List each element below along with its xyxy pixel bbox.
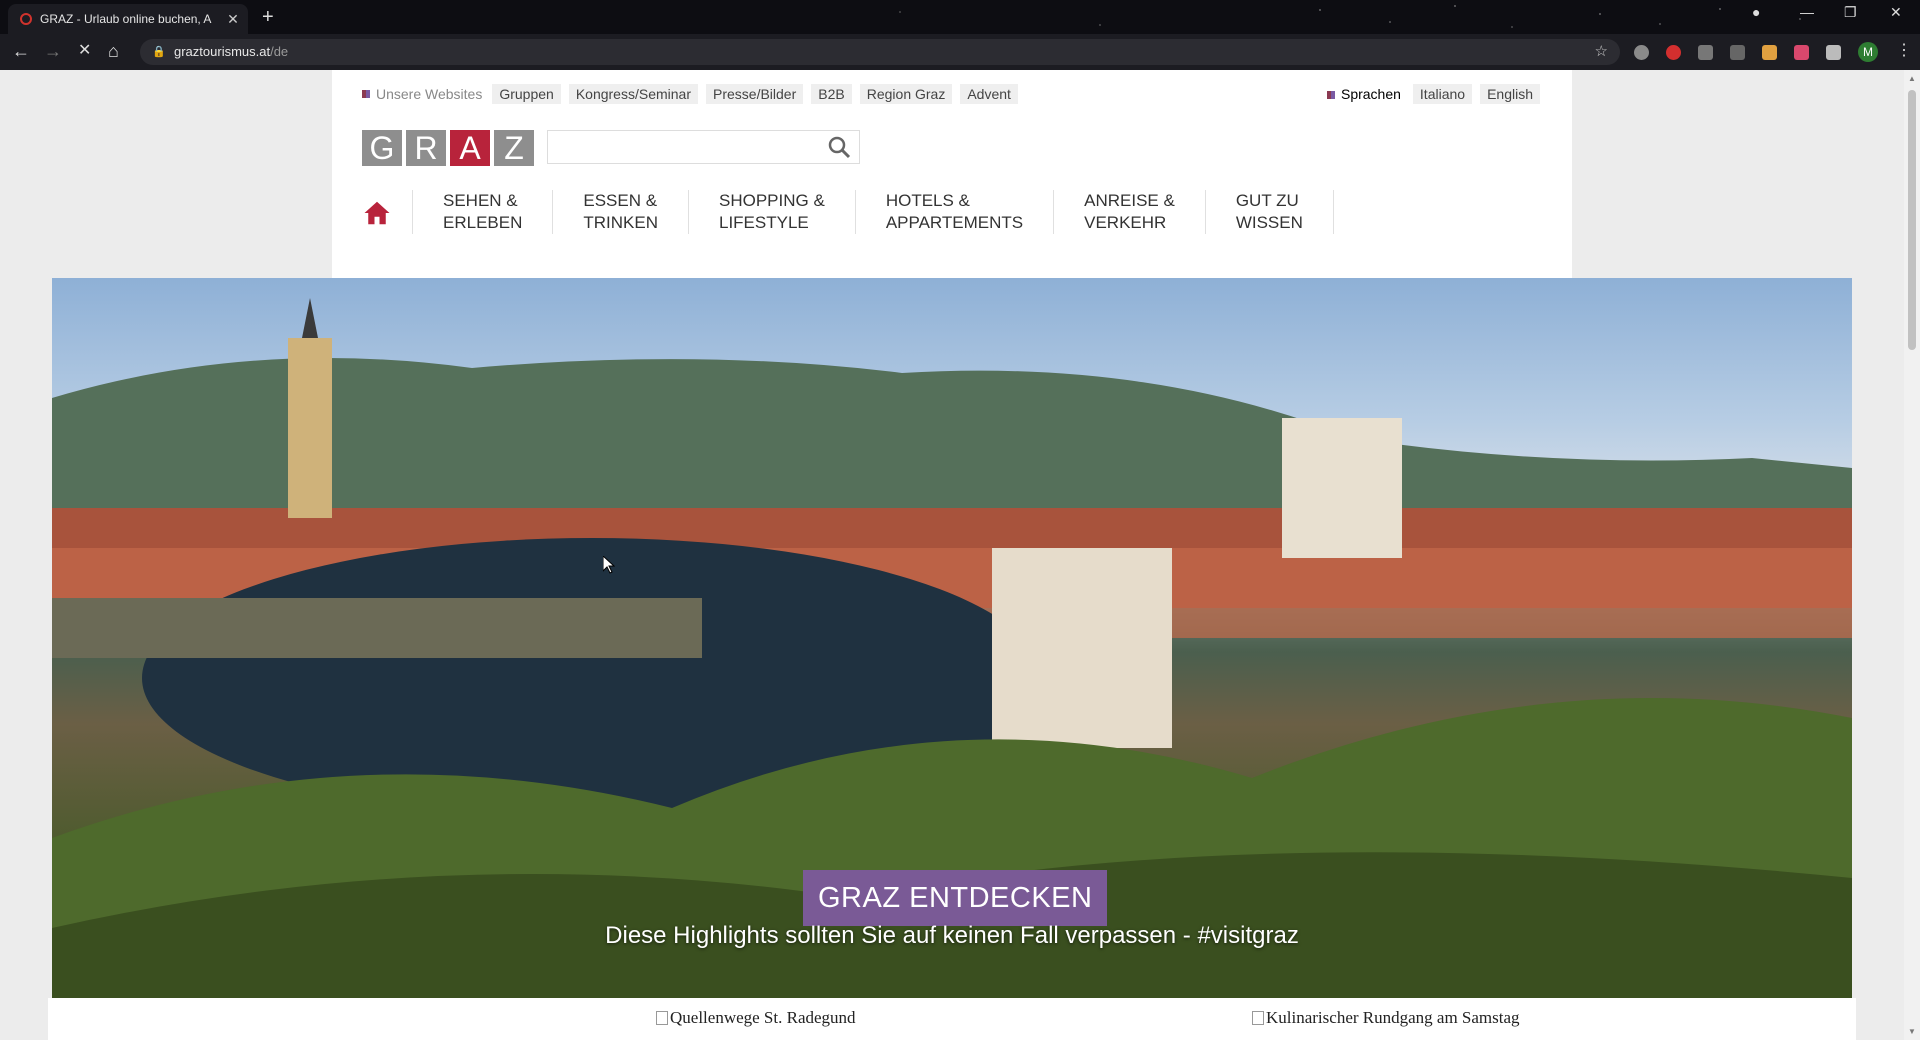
home-nav-icon[interactable]	[362, 198, 392, 228]
nav-gut-zu-wissen[interactable]: GUT ZU WISSEN	[1204, 190, 1334, 234]
profile-menu-icon[interactable]: ●	[1752, 4, 1760, 20]
extension-play-icon[interactable]	[1634, 45, 1649, 60]
nav-shopping-lifestyle[interactable]: SHOPPING & LIFESTYLE	[688, 190, 855, 234]
broken-image-icon	[1252, 1011, 1264, 1025]
logo-letter-a: A	[450, 130, 490, 166]
site-favicon-icon	[20, 13, 32, 25]
top-links-bar: Unsere Websites Gruppen Kongress/Seminar…	[362, 84, 1022, 104]
browser-tab[interactable]: GRAZ - Urlaub online buchen, A ✕	[8, 4, 248, 34]
nav-line2: WISSEN	[1235, 213, 1303, 232]
logo-letter-r: R	[406, 130, 446, 166]
url-host: graztourismus.at	[174, 44, 271, 59]
url-path: /de	[270, 44, 289, 59]
top-link-advent[interactable]: Advent	[960, 84, 1018, 104]
nav-line2: APPARTEMENTS	[885, 213, 1024, 232]
top-link-region-graz[interactable]: Region Graz	[859, 84, 953, 104]
language-italiano[interactable]: Italiano	[1412, 84, 1473, 104]
teaser-cards: Quellenwege St. Radegund Kulinarischer R…	[48, 998, 1856, 1040]
hero-subtitle: Diese Highlights sollten Sie auf keinen …	[605, 922, 1299, 949]
nav-hotels-appartements[interactable]: HOTELS & APPARTEMENTS	[854, 190, 1053, 234]
nav-essen-trinken[interactable]: ESSEN & TRINKEN	[552, 190, 688, 234]
graz-logo[interactable]: G R A Z	[362, 130, 534, 166]
tab-title: GRAZ - Urlaub online buchen, A	[40, 12, 212, 26]
language-bar: Sprachen Italiano English	[1326, 84, 1544, 104]
logo-letter-z: Z	[494, 130, 534, 166]
nav-line1: ESSEN &	[583, 191, 658, 210]
broken-image-icon	[656, 1011, 668, 1025]
home-icon[interactable]: ⌂	[108, 42, 119, 60]
top-link-gruppen[interactable]: Gruppen	[492, 84, 561, 104]
forward-icon[interactable]: →	[44, 42, 62, 60]
websites-grid-icon	[362, 90, 370, 98]
graz-entdecken-button[interactable]: GRAZ ENTDECKEN	[803, 870, 1108, 926]
teaser-card-quellenwege[interactable]: Quellenwege St. Radegund	[656, 1008, 856, 1028]
adblock-plus-icon[interactable]	[1666, 45, 1681, 60]
nav-line2: ERLEBEN	[443, 213, 523, 232]
tab-close-icon[interactable]: ✕	[224, 11, 242, 28]
address-bar[interactable]: 🔒 graztourismus.at/de ☆	[140, 39, 1620, 65]
browser-toolbar: ← → ✕ ⌂ 🔒 graztourismus.at/de ☆ M ⋮	[0, 34, 1920, 70]
nav-line1: GUT ZU	[1235, 191, 1299, 210]
search-field[interactable]	[547, 130, 860, 164]
top-link-presse-bilder[interactable]: Presse/Bilder	[706, 84, 804, 104]
tab-bar-background	[0, 0, 1920, 34]
websites-label: Unsere Websites	[376, 86, 483, 102]
top-link-b2b[interactable]: B2B	[811, 84, 852, 104]
new-tab-icon[interactable]: +	[262, 7, 274, 27]
search-icon[interactable]	[827, 135, 851, 159]
nav-line2: VERKEHR	[1084, 213, 1167, 232]
nav-line1: HOTELS &	[885, 191, 970, 210]
nav-line2: LIFESTYLE	[719, 213, 809, 232]
extension-pink-icon[interactable]	[1794, 45, 1809, 60]
site-header: Unsere Websites Gruppen Kongress/Seminar…	[332, 70, 1572, 278]
nav-line2: TRINKEN	[583, 213, 658, 232]
extension-monitor-icon[interactable]	[1730, 45, 1745, 60]
teaser-alt-text: Kulinarischer Rundgang am Samstag	[1266, 1008, 1520, 1027]
teaser-alt-text: Quellenwege St. Radegund	[670, 1008, 856, 1027]
mouse-cursor-icon	[603, 556, 615, 574]
bookmark-star-icon[interactable]: ☆	[1595, 39, 1608, 65]
languages-grid-icon	[1326, 91, 1335, 99]
browser-tab-bar: GRAZ - Urlaub online buchen, A ✕ + ● — ❐…	[0, 0, 1920, 34]
nav-anreise-verkehr[interactable]: ANREISE & VERKEHR	[1053, 190, 1205, 234]
window-close-icon[interactable]: ✕	[1890, 4, 1902, 21]
logo-letter-g: G	[362, 130, 402, 166]
url-text: graztourismus.at/de	[174, 39, 288, 65]
scrollbar-thumb[interactable]	[1908, 90, 1916, 350]
languages-menu[interactable]: Sprachen	[1326, 86, 1401, 102]
page-scrollbar[interactable]: ▲ ▼	[1904, 70, 1920, 1040]
extension-shield-icon[interactable]	[1698, 45, 1713, 60]
nav-line1: ANREISE &	[1084, 191, 1175, 210]
teaser-card-kulinarischer-rundgang[interactable]: Kulinarischer Rundgang am Samstag	[1252, 1008, 1520, 1028]
profile-avatar[interactable]: M	[1858, 42, 1878, 62]
restore-icon[interactable]: ❐	[1844, 4, 1857, 21]
language-english[interactable]: English	[1480, 84, 1540, 104]
nav-sehen-erleben[interactable]: SEHEN & ERLEBEN	[412, 190, 552, 234]
nav-line1: SEHEN &	[443, 191, 518, 210]
stop-loading-icon[interactable]: ✕	[78, 42, 91, 60]
extensions-puzzle-icon[interactable]	[1826, 45, 1841, 60]
nav-line1: SHOPPING &	[719, 191, 825, 210]
extension-flame-icon[interactable]	[1762, 45, 1777, 60]
web-page: Unsere Websites Gruppen Kongress/Seminar…	[0, 70, 1920, 1040]
browser-menu-icon[interactable]: ⋮	[1896, 42, 1912, 60]
main-navigation: SEHEN & ERLEBEN ESSEN & TRINKEN SHOPPING &…	[362, 190, 1334, 234]
websites-menu[interactable]: Unsere Websites	[362, 86, 482, 102]
scroll-down-icon[interactable]: ▼	[1908, 1027, 1916, 1036]
back-icon[interactable]: ←	[12, 42, 30, 60]
lock-icon: 🔒	[152, 46, 166, 58]
scroll-up-icon[interactable]: ▲	[1908, 74, 1916, 83]
top-link-kongress-seminar[interactable]: Kongress/Seminar	[568, 84, 698, 104]
minimize-icon[interactable]: —	[1800, 4, 1814, 20]
hero-image[interactable]: GRAZ ENTDECKEN Diese Highlights sollten …	[52, 278, 1852, 998]
languages-label: Sprachen	[1340, 86, 1401, 102]
